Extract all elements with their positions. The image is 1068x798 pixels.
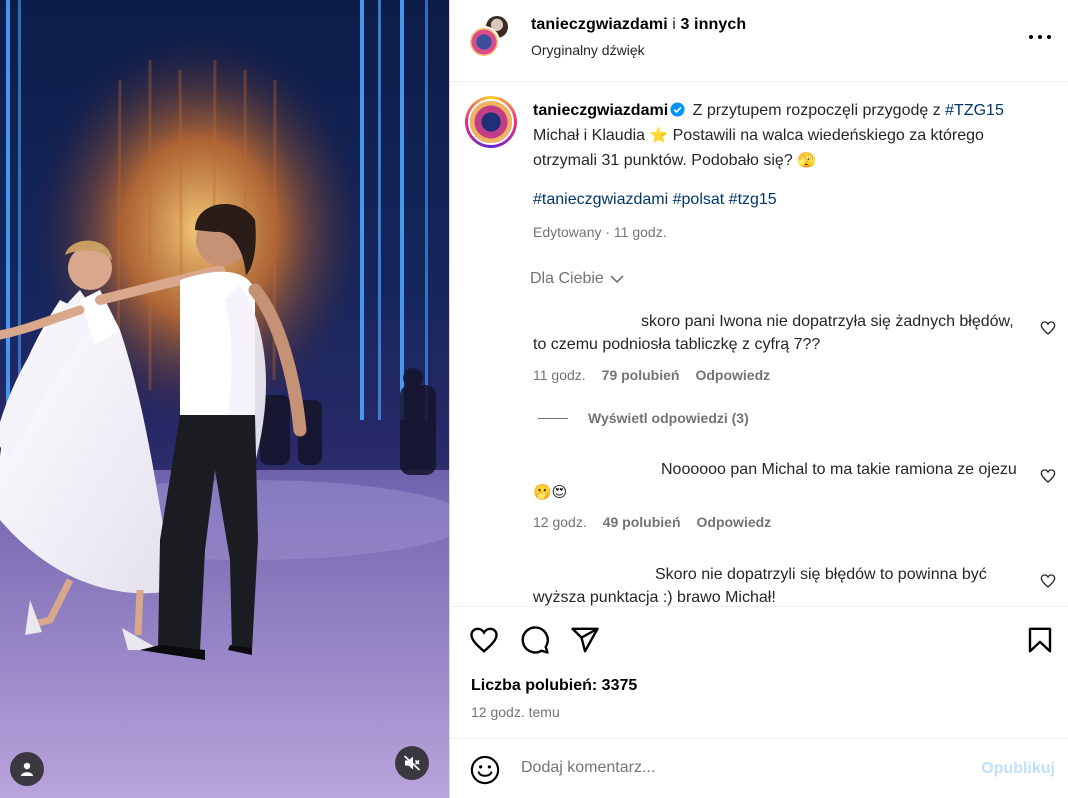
bookmark-icon[interactable] xyxy=(1025,625,1055,655)
chevron-down-icon xyxy=(610,274,624,283)
more-options-icon[interactable] xyxy=(1029,28,1051,46)
caption-hashtag[interactable]: #TZG15 xyxy=(945,102,1004,119)
comment-text: Skoro nie dopatrzyli się błędów to powin… xyxy=(533,566,987,606)
comment-like-icon[interactable] xyxy=(1040,573,1056,589)
post-side-panel: tanieczgwiazdami i 3 innych Oryginalny d… xyxy=(449,0,1068,798)
post-caption: tanieczgwiazdami Z przytupem rozpoczęli … xyxy=(533,99,1043,173)
star-emoji: ⭐ xyxy=(649,126,669,144)
comment-text-wrap: Noooooo pan Michal to ma takie ramiona z… xyxy=(533,458,1023,504)
view-replies-button[interactable]: Wyświetl odpowiedzi (3) xyxy=(538,410,749,426)
comment-likes[interactable]: 49 polubień xyxy=(603,514,681,530)
comment-meta: 11 godz. 79 polubień Odpowiedz xyxy=(533,367,770,383)
reply-button[interactable]: Odpowiedz xyxy=(695,367,770,383)
comment-text: Noooooo pan Michal to ma takie ramiona z… xyxy=(661,461,1017,478)
mute-icon xyxy=(403,755,421,771)
comment-time: 11 godz. xyxy=(533,367,586,383)
comments-scroll-area[interactable]: tanieczgwiazdami Z przytupem rozpoczęli … xyxy=(450,82,1068,606)
post-video[interactable] xyxy=(0,0,449,798)
other-authors-link[interactable]: 3 innych xyxy=(681,16,747,33)
reply-button[interactable]: Odpowiedz xyxy=(697,514,772,530)
caption-edited-time: Edytowany · 11 godz. xyxy=(533,224,667,240)
comment-like-icon[interactable] xyxy=(1040,320,1056,336)
mute-button[interactable] xyxy=(395,746,429,780)
caption-text: Z przytupem rozpoczęli przygodę z xyxy=(692,102,946,119)
likes-count[interactable]: Liczba polubień: 3375 xyxy=(471,677,637,695)
replies-divider xyxy=(538,417,568,419)
heart-icon[interactable] xyxy=(469,625,499,655)
view-replies-label: Wyświetl odpowiedzi (3) xyxy=(588,410,749,426)
caption-text: Michał i Klaudia xyxy=(533,127,650,144)
comment-input[interactable] xyxy=(521,759,941,777)
comment-text: skoro pani Iwona nie dopatrzyła się żadn… xyxy=(533,313,1014,353)
comment-like-icon[interactable] xyxy=(1040,468,1056,484)
caption-avatar[interactable] xyxy=(465,96,517,148)
video-frame xyxy=(0,0,449,798)
face-emoji: 🫣 xyxy=(797,151,816,169)
comment-likes[interactable]: 79 polubień xyxy=(602,367,680,383)
comment-icon[interactable] xyxy=(520,625,550,655)
user-tag-button[interactable] xyxy=(10,752,44,786)
sort-label: Dla Ciebie xyxy=(530,270,604,287)
post-actions: Liczba polubień: 3375 12 godz. temu xyxy=(450,606,1068,738)
author-username[interactable]: tanieczgwiazdami xyxy=(531,16,668,33)
collab-avatars[interactable] xyxy=(468,14,512,60)
comment-emoji: 🫢😍 xyxy=(533,483,568,501)
caption-username[interactable]: tanieczgwiazdami xyxy=(533,102,668,119)
verified-badge-icon xyxy=(670,102,685,117)
share-icon[interactable] xyxy=(570,625,600,655)
authors-separator: i xyxy=(667,16,681,33)
publish-button[interactable]: Opublikuj xyxy=(981,760,1055,778)
comment-composer: Opublikuj xyxy=(450,738,1068,798)
comment-meta: 12 godz. 49 polubień Odpowiedz xyxy=(533,514,771,530)
emoji-icon[interactable] xyxy=(470,755,500,785)
comment-sort-dropdown[interactable]: Dla Ciebie xyxy=(530,270,624,288)
post-authors[interactable]: tanieczgwiazdami i 3 innych xyxy=(531,16,746,34)
comment-time: 12 godz. xyxy=(533,514,587,530)
avatar[interactable] xyxy=(468,26,500,58)
post-time: 12 godz. temu xyxy=(471,704,560,720)
caption-hashtags[interactable]: #tanieczgwiazdami #polsat #tzg15 xyxy=(533,191,777,209)
user-tag-icon xyxy=(21,762,33,776)
audio-link[interactable]: Oryginalny dźwięk xyxy=(531,42,645,58)
post-header: tanieczgwiazdami i 3 innych Oryginalny d… xyxy=(450,0,1068,82)
